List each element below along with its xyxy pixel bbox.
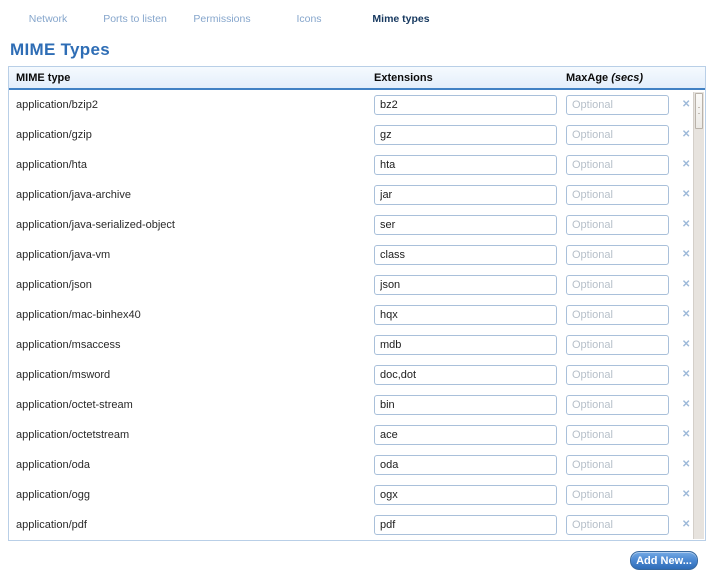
delete-row-button[interactable]: ✕ [682,130,690,140]
mime-types-table: MIME type Extensions MaxAge (secs) appli… [8,66,706,541]
delete-row-button[interactable]: ✕ [682,310,690,320]
mime-type-label: application/hta [16,159,87,171]
add-new-button[interactable]: Add New... [630,551,698,570]
scrollbar-thumb[interactable] [695,93,703,129]
delete-row-button[interactable]: ✕ [682,370,690,380]
extension-input[interactable] [374,215,557,235]
extension-input[interactable] [374,515,557,535]
delete-row-button[interactable]: ✕ [682,190,690,200]
table-row: application/msaccess ✕ [9,330,705,360]
mime-type-label: application/java-vm [16,249,110,261]
table-row: application/pdf ✕ [9,510,705,538]
delete-row-button[interactable]: ✕ [682,490,690,500]
page-title: MIME Types [10,40,110,60]
maxage-input[interactable] [566,215,669,235]
table-row: application/bzip2 ✕ [9,90,705,120]
extension-input[interactable] [374,245,557,265]
maxage-input[interactable] [566,485,669,505]
maxage-input[interactable] [566,395,669,415]
extension-input[interactable] [374,305,557,325]
maxage-input[interactable] [566,125,669,145]
mime-type-label: application/octet-stream [16,399,133,411]
extension-input[interactable] [374,365,557,385]
table-row: application/gzip ✕ [9,120,705,150]
maxage-input[interactable] [566,365,669,385]
mime-type-label: application/ogg [16,489,90,501]
maxage-input[interactable] [566,185,669,205]
extension-input[interactable] [374,455,557,475]
maxage-input[interactable] [566,425,669,445]
extension-input[interactable] [374,395,557,415]
mime-type-label: application/java-archive [16,189,131,201]
mime-type-label: application/oda [16,459,90,471]
mime-type-label: application/java-serialized-object [16,219,175,231]
column-header-mime-type: MIME type [16,67,70,89]
extension-input[interactable] [374,335,557,355]
maxage-input[interactable] [566,155,669,175]
mime-type-label: application/bzip2 [16,99,98,111]
tab-label: Ports to listen [103,13,167,25]
mime-type-label: application/gzip [16,129,92,141]
tab[interactable]: Ports to listen [95,8,175,30]
table-row: application/mac-binhex40 ✕ [9,300,705,330]
tab[interactable]: Mime types [356,8,446,30]
extension-input[interactable] [374,185,557,205]
delete-row-button[interactable]: ✕ [682,100,690,110]
delete-row-button[interactable]: ✕ [682,460,690,470]
delete-row-button[interactable]: ✕ [682,220,690,230]
mime-type-label: application/octetstream [16,429,129,441]
table-row: application/ogg ✕ [9,480,705,510]
table-row: application/oda ✕ [9,450,705,480]
mime-type-label: application/mac-binhex40 [16,309,141,321]
table-row: application/octetstream ✕ [9,420,705,450]
table-body: application/bzip2 ✕ application/gzip ✕ a… [9,90,705,538]
table-row: application/java-serialized-object ✕ [9,210,705,240]
mime-type-label: application/msaccess [16,339,121,351]
tab-label: Network [29,13,68,25]
vertical-scrollbar[interactable] [693,92,704,539]
extension-input[interactable] [374,425,557,445]
maxage-input[interactable] [566,335,669,355]
delete-row-button[interactable]: ✕ [682,400,690,410]
mime-type-label: application/msword [16,369,110,381]
column-header-maxage: MaxAge (secs) [566,67,643,89]
tab-label: Icons [296,13,321,25]
maxage-input[interactable] [566,95,669,115]
tab[interactable]: Icons [269,8,349,30]
tab-label: Permissions [193,13,250,25]
mime-type-label: application/pdf [16,519,87,531]
table-row: application/msword ✕ [9,360,705,390]
maxage-input[interactable] [566,275,669,295]
maxage-input[interactable] [566,455,669,475]
tab[interactable]: Network [8,8,88,30]
delete-row-button[interactable]: ✕ [682,430,690,440]
maxage-input[interactable] [566,515,669,535]
table-header-row: MIME type Extensions MaxAge (secs) [9,67,705,90]
delete-row-button[interactable]: ✕ [682,340,690,350]
table-row: application/octet-stream ✕ [9,390,705,420]
delete-row-button[interactable]: ✕ [682,250,690,260]
extension-input[interactable] [374,275,557,295]
tab[interactable]: Permissions [182,8,262,30]
table-row: application/hta ✕ [9,150,705,180]
table-row: application/java-vm ✕ [9,240,705,270]
delete-row-button[interactable]: ✕ [682,160,690,170]
extension-input[interactable] [374,125,557,145]
extension-input[interactable] [374,485,557,505]
table-row: application/java-archive ✕ [9,180,705,210]
tab-bar: Network Ports to listen Permissions Icon… [8,8,446,30]
extension-input[interactable] [374,95,557,115]
delete-row-button[interactable]: ✕ [682,280,690,290]
delete-row-button[interactable]: ✕ [682,520,690,530]
extension-input[interactable] [374,155,557,175]
maxage-input[interactable] [566,305,669,325]
maxage-input[interactable] [566,245,669,265]
column-header-extensions: Extensions [374,67,433,89]
mime-type-label: application/json [16,279,92,291]
tab-label: Mime types [372,13,429,25]
table-row: application/json ✕ [9,270,705,300]
